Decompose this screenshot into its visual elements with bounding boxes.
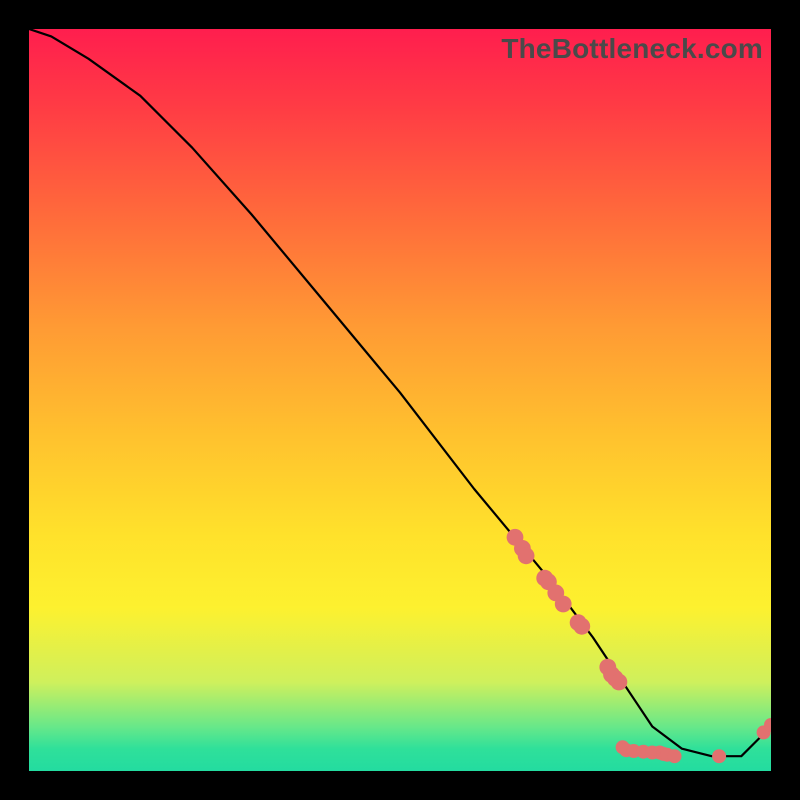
marker-point [555, 596, 572, 613]
marker-point [712, 749, 726, 763]
marker-point [668, 749, 682, 763]
marker-point [573, 618, 590, 635]
chart-stage: TheBottleneck.com [0, 0, 800, 800]
marker-point [611, 674, 628, 691]
marker-group [507, 529, 771, 763]
marker-point [518, 547, 535, 564]
curve-layer [29, 29, 771, 771]
plot-area: TheBottleneck.com [29, 29, 771, 771]
bottleneck-curve-line [29, 29, 771, 756]
